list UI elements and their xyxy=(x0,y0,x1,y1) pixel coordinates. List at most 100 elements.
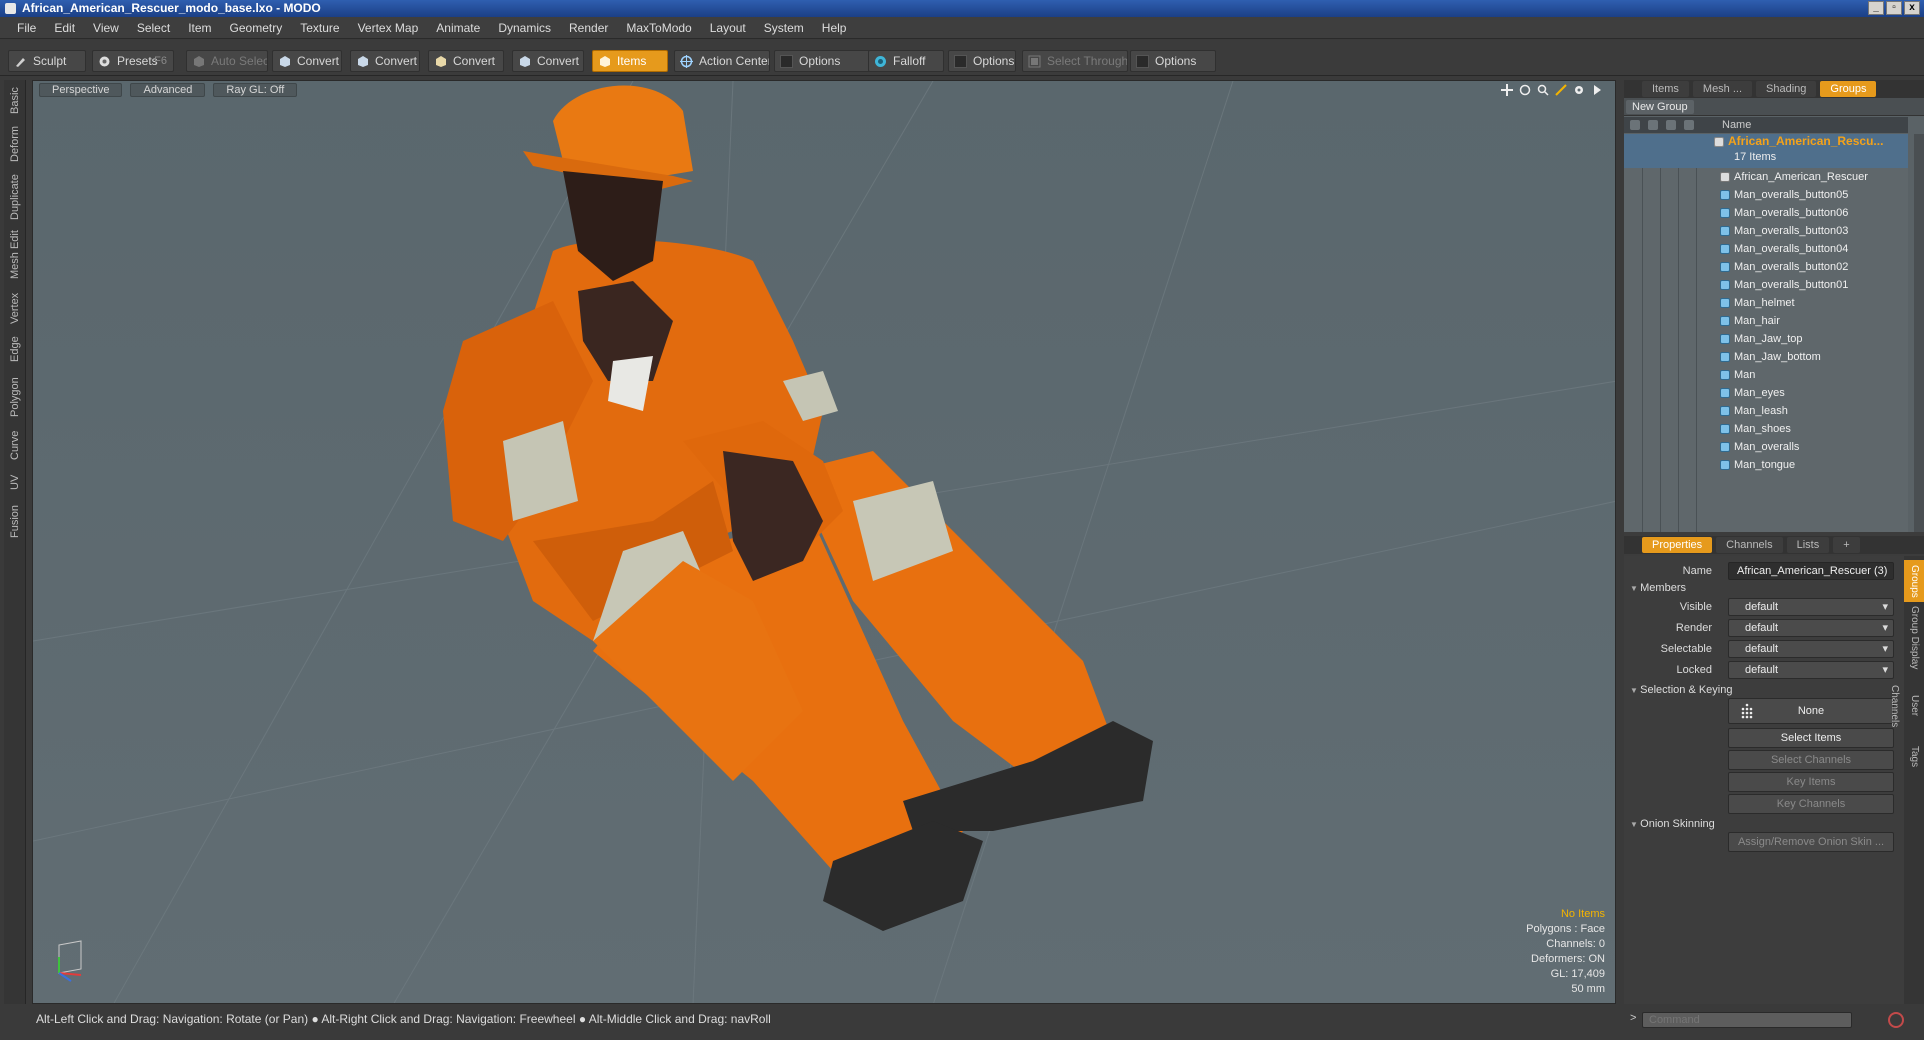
name-column-header[interactable]: Name xyxy=(1722,117,1751,133)
tab-vertex[interactable]: Vertex xyxy=(4,288,26,328)
options-button-2[interactable]: Options xyxy=(948,50,1016,72)
list-item[interactable]: Man_Jaw_bottom xyxy=(1624,348,1908,366)
add-tab-button[interactable]: + xyxy=(1833,537,1860,553)
rotate-view-icon[interactable] xyxy=(1519,84,1531,96)
list-item[interactable]: Man_leash xyxy=(1624,402,1908,420)
menu-vertex-map[interactable]: Vertex Map xyxy=(349,21,428,35)
side-tab-user-channels[interactable]: User Channels xyxy=(1889,674,1924,738)
name-field[interactable]: African_American_Rescuer (3) xyxy=(1728,562,1894,580)
items-mode-button[interactable]: Items xyxy=(592,50,668,72)
menu-animate[interactable]: Animate xyxy=(427,21,489,35)
lock-icon[interactable] xyxy=(1666,120,1676,130)
gear-icon[interactable] xyxy=(1573,84,1585,96)
menu-edit[interactable]: Edit xyxy=(45,21,84,35)
members-section[interactable]: Members xyxy=(1630,582,1686,594)
select-through-button[interactable]: Select Through xyxy=(1022,50,1128,72)
selectable-dropdown[interactable]: default xyxy=(1728,640,1894,658)
visible-dropdown[interactable]: default xyxy=(1728,598,1894,616)
menu-maxtomodo[interactable]: MaxToModo xyxy=(617,21,700,35)
tab-fusion[interactable]: Fusion xyxy=(4,498,26,544)
list-item[interactable]: Man_hair xyxy=(1624,312,1908,330)
select-channels-button[interactable]: Select Channels xyxy=(1728,750,1894,770)
tab-channels[interactable]: Channels xyxy=(1716,537,1783,553)
list-item[interactable]: Man_overalls_button02 xyxy=(1624,258,1908,276)
list-item[interactable]: Man_overalls_button04 xyxy=(1624,240,1908,258)
none-selection-button[interactable]: None xyxy=(1728,698,1894,724)
menu-select[interactable]: Select xyxy=(128,21,179,35)
list-item[interactable]: Man_eyes xyxy=(1624,384,1908,402)
convert-button-4[interactable]: Convert xyxy=(512,50,584,72)
zoom-view-icon[interactable] xyxy=(1537,84,1549,96)
maximize-button[interactable]: ▫ xyxy=(1886,1,1902,15)
options-button-3[interactable]: Options xyxy=(1130,50,1216,72)
tab-deform[interactable]: Deform xyxy=(4,122,26,166)
render-icon[interactable] xyxy=(1648,120,1658,130)
selection-keying-section[interactable]: Selection & Keying xyxy=(1630,684,1732,696)
list-item[interactable]: Man_helmet xyxy=(1624,294,1908,312)
menu-view[interactable]: View xyxy=(84,21,128,35)
side-tab-tags[interactable]: Tags xyxy=(1904,742,1924,772)
onion-skinning-section[interactable]: Onion Skinning xyxy=(1630,818,1715,830)
move-view-icon[interactable] xyxy=(1501,84,1513,96)
new-group-button[interactable]: New Group xyxy=(1626,100,1694,114)
list-item[interactable]: Man_overalls xyxy=(1624,438,1908,456)
list-item[interactable]: Man_tongue xyxy=(1624,456,1908,474)
group-row[interactable]: African_American_Rescu... 17 Items xyxy=(1624,134,1908,168)
menu-file[interactable]: File xyxy=(8,21,45,35)
assign-onion-skin-button[interactable]: Assign/Remove Onion Skin ... xyxy=(1728,832,1894,852)
tab-basic[interactable]: Basic xyxy=(4,84,26,118)
side-tab-groups[interactable]: Groups xyxy=(1904,560,1924,602)
tab-lists[interactable]: Lists xyxy=(1786,537,1830,553)
close-button[interactable]: x xyxy=(1904,1,1920,15)
menu-geometry[interactable]: Geometry xyxy=(221,21,292,35)
presets-button[interactable]: Presets F6 xyxy=(92,50,174,72)
visibility-eye-icon[interactable] xyxy=(1630,120,1640,130)
play-arrow-icon[interactable] xyxy=(1591,84,1603,96)
tab-uv[interactable]: UV xyxy=(4,470,26,494)
tab-edge[interactable]: Edge xyxy=(4,332,26,366)
locked-dropdown[interactable]: default xyxy=(1728,661,1894,679)
tab-properties[interactable]: Properties xyxy=(1642,537,1713,553)
fit-view-icon[interactable] xyxy=(1555,84,1567,96)
select-items-button[interactable]: Select Items xyxy=(1728,728,1894,748)
convert-button-2[interactable]: Convert xyxy=(350,50,420,72)
convert-button-3[interactable]: Convert xyxy=(428,50,504,72)
list-item[interactable]: Man_overalls_button05 xyxy=(1624,186,1908,204)
menu-item[interactable]: Item xyxy=(179,21,220,35)
tab-shading[interactable]: Shading xyxy=(1756,81,1817,97)
record-icon[interactable] xyxy=(1888,1012,1904,1028)
list-item[interactable]: Man xyxy=(1624,366,1908,384)
raygl-toggle[interactable]: Ray GL: Off xyxy=(213,83,298,97)
list-item[interactable]: Man_overalls_button01 xyxy=(1624,276,1908,294)
key-items-button[interactable]: Key Items xyxy=(1728,772,1894,792)
select-icon[interactable] xyxy=(1684,120,1694,130)
menu-layout[interactable]: Layout xyxy=(701,21,755,35)
list-item[interactable]: Man_overalls_button03 xyxy=(1624,222,1908,240)
groups-scrollbar[interactable] xyxy=(1914,134,1924,532)
tab-items[interactable]: Items xyxy=(1642,81,1689,97)
list-item[interactable]: African_American_Rescuer xyxy=(1624,168,1908,186)
tab-groups[interactable]: Groups xyxy=(1820,81,1877,97)
menu-render[interactable]: Render xyxy=(560,21,617,35)
view-mode-dropdown[interactable]: Perspective xyxy=(39,83,123,97)
falloff-button[interactable]: Falloff xyxy=(868,50,944,72)
tab-duplicate[interactable]: Duplicate xyxy=(4,172,26,222)
tab-mesh-edit[interactable]: Mesh Edit xyxy=(4,228,26,282)
3d-viewport[interactable]: Perspective Advanced Ray GL: Off No Item… xyxy=(32,80,1616,1004)
render-dropdown[interactable]: default xyxy=(1728,619,1894,637)
list-item[interactable]: Man_shoes xyxy=(1624,420,1908,438)
auto-select-button[interactable]: Auto Select xyxy=(186,50,268,72)
tab-polygon[interactable]: Polygon xyxy=(4,372,26,422)
list-item[interactable]: Man_Jaw_top xyxy=(1624,330,1908,348)
command-input[interactable] xyxy=(1642,1012,1852,1028)
key-channels-button[interactable]: Key Channels xyxy=(1728,794,1894,814)
options-button-1[interactable]: Options xyxy=(774,50,870,72)
action-center-button[interactable]: Action Center xyxy=(674,50,770,72)
shading-dropdown[interactable]: Advanced xyxy=(130,83,206,97)
menu-system[interactable]: System xyxy=(755,21,813,35)
minimize-button[interactable]: _ xyxy=(1868,1,1884,15)
side-tab-group-display[interactable]: Group Display xyxy=(1904,606,1924,670)
tab-mesh[interactable]: Mesh ... xyxy=(1692,81,1753,97)
sculpt-button[interactable]: Sculpt xyxy=(8,50,86,72)
tab-curve[interactable]: Curve xyxy=(4,426,26,464)
